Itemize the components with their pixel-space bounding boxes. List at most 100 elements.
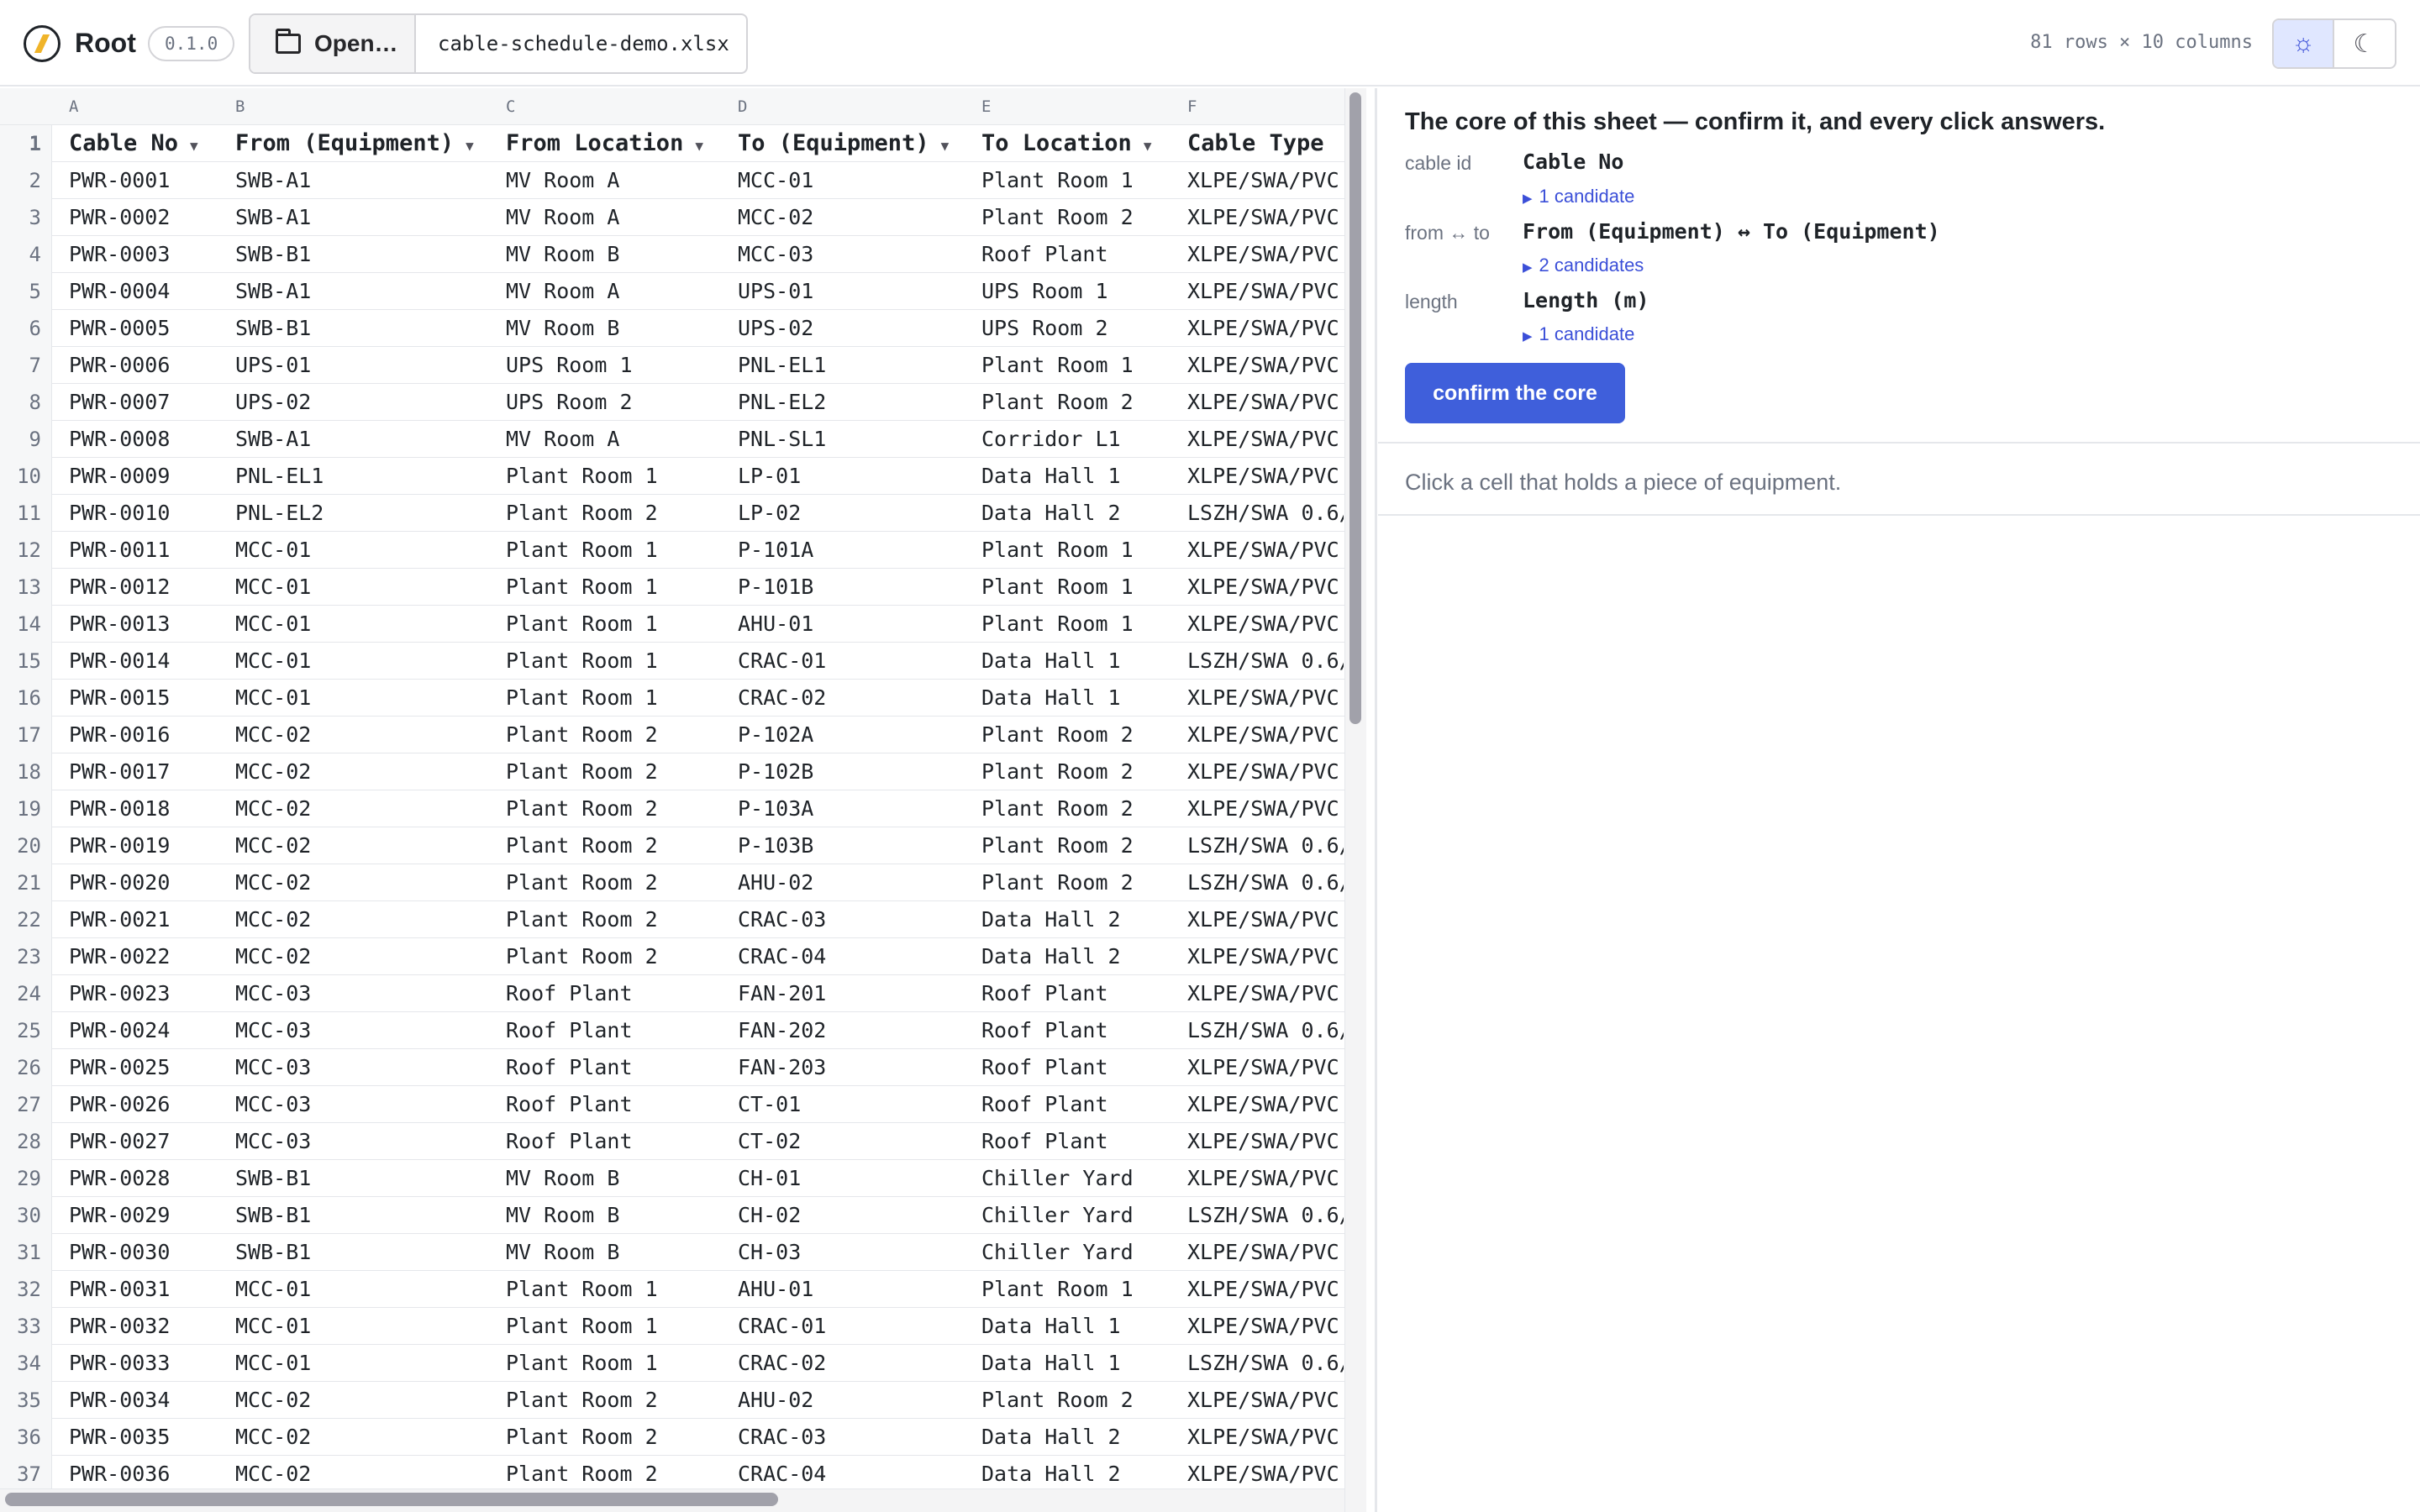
table-cell[interactable]: Data Hall 2 [981, 495, 1183, 532]
table-cell[interactable]: Plant Room 2 [981, 864, 1183, 901]
table-cell[interactable]: Plant Room 1 [506, 1345, 733, 1382]
table-cell[interactable]: LSZH/SWA 0.6/ [1187, 864, 1344, 901]
table-cell[interactable]: Plant Room 1 [506, 569, 733, 606]
table-cell[interactable]: MCC-02 [235, 1419, 496, 1456]
table-cell[interactable]: XLPE/SWA/PVC [1187, 717, 1344, 753]
table-cell[interactable]: PWR-0013 [69, 606, 220, 643]
table-cell[interactable]: Plant Room 1 [506, 532, 733, 569]
table-cell[interactable]: LSZH/SWA 0.6/ [1187, 1345, 1344, 1382]
row-number[interactable]: 18 [0, 753, 52, 790]
table-cell[interactable]: XLPE/SWA/PVC [1187, 199, 1344, 236]
table-cell[interactable]: Plant Room 1 [981, 347, 1183, 384]
table-cell[interactable]: MCC-01 [235, 680, 496, 717]
table-cell[interactable]: PWR-0019 [69, 827, 220, 864]
table-cell[interactable]: MCC-03 [235, 1086, 496, 1123]
table-cell[interactable]: Plant Room 1 [981, 569, 1183, 606]
table-cell[interactable]: Data Hall 1 [981, 1345, 1183, 1382]
table-cell[interactable]: PWR-0026 [69, 1086, 220, 1123]
table-cell[interactable]: AHU-02 [738, 1382, 973, 1419]
table-cell[interactable]: Plant Room 1 [506, 1308, 733, 1345]
table-cell[interactable]: UPS-01 [738, 273, 973, 310]
row-number[interactable]: 6 [0, 310, 52, 347]
row-number[interactable]: 16 [0, 680, 52, 717]
row-number[interactable]: 36 [0, 1419, 52, 1456]
table-cell[interactable]: MCC-03 [235, 1012, 496, 1049]
table-cell[interactable]: XLPE/SWA/PVC [1187, 569, 1344, 606]
table-cell[interactable]: FAN-201 [738, 975, 973, 1012]
table-cell[interactable]: Plant Room 1 [981, 532, 1183, 569]
filter-caret-icon[interactable]: ▼ [941, 138, 950, 154]
table-cell[interactable]: MCC-02 [235, 1456, 496, 1488]
column-letter[interactable]: A [69, 97, 78, 116]
table-cell[interactable]: XLPE/SWA/PVC [1187, 1160, 1344, 1197]
table-cell[interactable]: Chiller Yard [981, 1197, 1183, 1234]
table-cell[interactable]: P-101A [738, 532, 973, 569]
table-cell[interactable]: CH-03 [738, 1234, 973, 1271]
open-button[interactable]: Open… [250, 15, 416, 72]
column-letter[interactable]: D [738, 97, 747, 116]
header-cell[interactable]: To (Equipment) ▼ [738, 125, 973, 162]
table-cell[interactable]: CRAC-02 [738, 680, 973, 717]
table-cell[interactable]: P-103A [738, 790, 973, 827]
row-number[interactable]: 15 [0, 643, 52, 680]
table-cell[interactable]: Plant Room 2 [506, 938, 733, 975]
table-cell[interactable]: CRAC-01 [738, 1308, 973, 1345]
table-cell[interactable]: SWB-A1 [235, 273, 496, 310]
light-theme-button[interactable]: ☼ [2274, 20, 2334, 67]
table-cell[interactable]: LSZH/SWA 0.6/ [1187, 1197, 1344, 1234]
table-cell[interactable]: Plant Room 2 [506, 1419, 733, 1456]
row-number[interactable]: 19 [0, 790, 52, 827]
row-number[interactable]: 13 [0, 569, 52, 606]
table-cell[interactable]: P-102B [738, 753, 973, 790]
table-cell[interactable]: Data Hall 2 [981, 901, 1183, 938]
table-cell[interactable]: XLPE/SWA/PVC [1187, 606, 1344, 643]
row-number[interactable]: 11 [0, 495, 52, 532]
header-cell[interactable]: Cable Type [1187, 125, 1344, 162]
table-cell[interactable]: MV Room A [506, 273, 733, 310]
table-cell[interactable]: Plant Room 2 [506, 1456, 733, 1488]
table-cell[interactable]: PWR-0004 [69, 273, 220, 310]
table-cell[interactable]: LSZH/SWA 0.6/ [1187, 1012, 1344, 1049]
table-cell[interactable]: PWR-0005 [69, 310, 220, 347]
table-cell[interactable]: PWR-0003 [69, 236, 220, 273]
table-cell[interactable]: MCC-02 [235, 753, 496, 790]
table-cell[interactable]: Plant Room 2 [506, 495, 733, 532]
filter-caret-icon[interactable]: ▼ [190, 138, 198, 154]
table-cell[interactable]: LP-01 [738, 458, 973, 495]
table-cell[interactable]: Roof Plant [981, 236, 1183, 273]
table-cell[interactable]: Plant Room 2 [506, 717, 733, 753]
table-cell[interactable]: MCC-03 [235, 975, 496, 1012]
table-cell[interactable]: CH-02 [738, 1197, 973, 1234]
table-cell[interactable]: Plant Room 1 [506, 606, 733, 643]
table-cell[interactable]: PWR-0008 [69, 421, 220, 458]
row-number[interactable]: 25 [0, 1012, 52, 1049]
table-cell[interactable]: PWR-0012 [69, 569, 220, 606]
row-number[interactable]: 30 [0, 1197, 52, 1234]
table-cell[interactable]: PNL-EL2 [235, 495, 496, 532]
table-cell[interactable]: CRAC-03 [738, 901, 973, 938]
table-cell[interactable]: Plant Room 2 [981, 753, 1183, 790]
table-cell[interactable]: FAN-202 [738, 1012, 973, 1049]
confirm-core-button[interactable]: confirm the core [1405, 363, 1625, 423]
table-cell[interactable]: PWR-0021 [69, 901, 220, 938]
table-cell[interactable]: AHU-02 [738, 864, 973, 901]
filter-caret-icon[interactable]: ▼ [695, 138, 703, 154]
table-cell[interactable]: MV Room A [506, 199, 733, 236]
table-cell[interactable]: LP-02 [738, 495, 973, 532]
table-cell[interactable]: PWR-0023 [69, 975, 220, 1012]
candidates-toggle-cable-id[interactable]: ▶ 1 candidate [1523, 186, 1634, 207]
table-cell[interactable]: PWR-0006 [69, 347, 220, 384]
table-cell[interactable]: XLPE/SWA/PVC [1187, 1271, 1344, 1308]
table-cell[interactable]: MCC-02 [235, 864, 496, 901]
table-cell[interactable]: PWR-0014 [69, 643, 220, 680]
row-number[interactable]: 21 [0, 864, 52, 901]
table-cell[interactable]: SWB-B1 [235, 1234, 496, 1271]
candidates-toggle-from-to[interactable]: ▶ 2 candidates [1523, 255, 1644, 276]
table-cell[interactable]: PWR-0032 [69, 1308, 220, 1345]
table-cell[interactable]: AHU-01 [738, 606, 973, 643]
table-cell[interactable]: Data Hall 2 [981, 1456, 1183, 1488]
table-cell[interactable]: SWB-A1 [235, 421, 496, 458]
row-number[interactable]: 35 [0, 1382, 52, 1419]
table-cell[interactable]: PWR-0007 [69, 384, 220, 421]
table-cell[interactable]: PWR-0022 [69, 938, 220, 975]
